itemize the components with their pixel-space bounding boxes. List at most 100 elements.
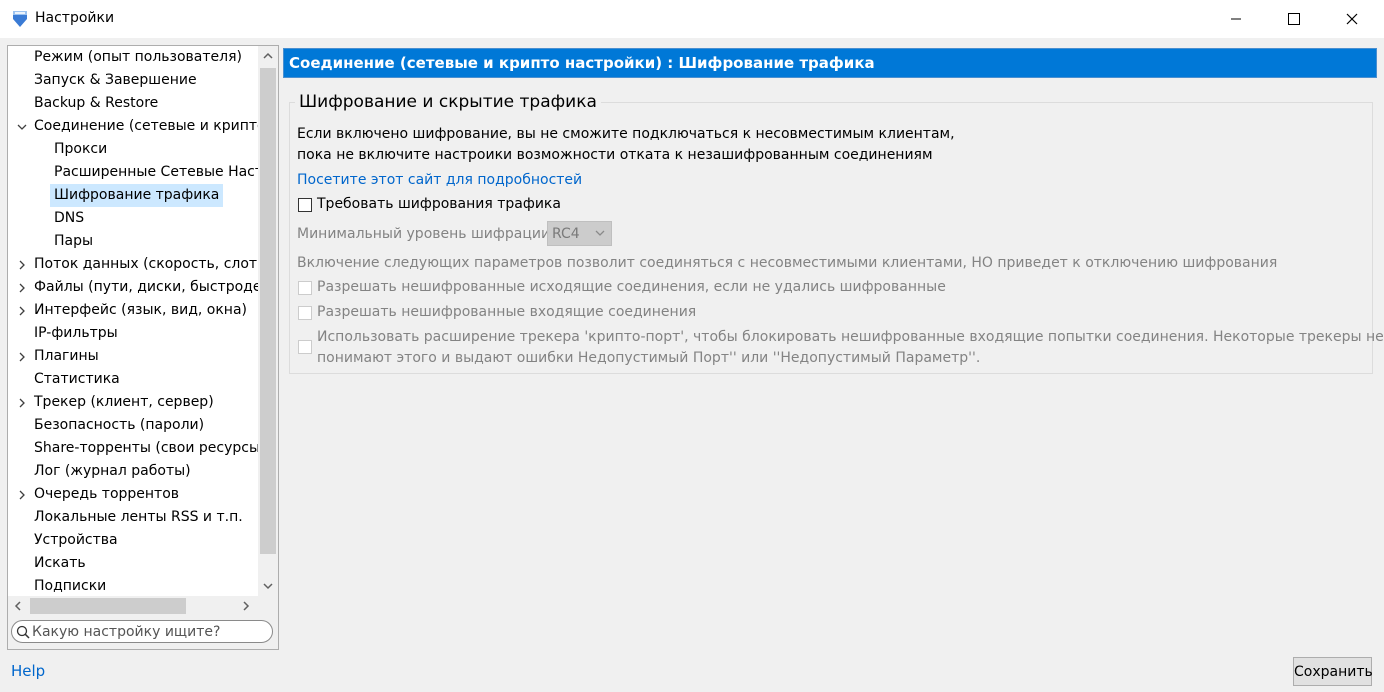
chevron-down-icon bbox=[595, 230, 605, 236]
tree-item-label: Прокси bbox=[54, 141, 108, 157]
settings-tree[interactable]: Режим (опыт пользователя) Запуск & Заверш… bbox=[8, 46, 258, 596]
tree-collapsed-icon[interactable] bbox=[16, 276, 28, 299]
tree-item[interactable]: Share-торренты (свои ресурсы) bbox=[30, 437, 258, 460]
tree-item-label: Пары bbox=[54, 233, 94, 249]
details-link[interactable]: Посетите этот сайт для подробностей bbox=[297, 172, 582, 188]
chevron-right-icon bbox=[19, 283, 25, 292]
section-header: Соединение (сетевые и крипто настройки) … bbox=[283, 48, 1377, 78]
require-encryption-label[interactable]: Требовать шифрования трафика bbox=[317, 196, 561, 212]
tree-item-label: Поток данных (скорость, слоты) bbox=[34, 256, 258, 272]
scroll-right-button[interactable] bbox=[236, 596, 256, 616]
tree-item-label: Шифрование трафика bbox=[50, 184, 224, 207]
tree-item[interactable]: Поток данных (скорость, слоты) bbox=[19, 253, 258, 276]
tree-vertical-scrollbar[interactable] bbox=[258, 46, 278, 596]
tree-item[interactable]: Трекер (клиент, сервер) bbox=[19, 391, 218, 414]
chevron-right-icon bbox=[19, 490, 25, 499]
tree-item[interactable]: Безопасность (пароли) bbox=[30, 414, 208, 437]
tree-collapsed-icon[interactable] bbox=[16, 483, 28, 506]
description-line-1: Если включено шифрование, вы не сможите … bbox=[297, 126, 955, 142]
tree-item-label: Режим (опыт пользователя) bbox=[34, 49, 242, 65]
tree-item-label: Share-торренты (свои ресурсы) bbox=[34, 440, 258, 456]
allow-incoming-label[interactable]: Разрешать нешифрованные входящие соедине… bbox=[317, 304, 696, 320]
tree-collapsed-icon[interactable] bbox=[16, 345, 28, 368]
search-input[interactable] bbox=[32, 623, 267, 640]
tree-expanded-icon[interactable] bbox=[16, 115, 28, 138]
tree-item[interactable]: Лог (журнал работы) bbox=[30, 460, 195, 483]
help-link[interactable]: Help bbox=[11, 662, 45, 680]
chevron-down-icon bbox=[263, 583, 273, 590]
tree-item[interactable]: Backup & Restore bbox=[30, 92, 162, 115]
tree-item[interactable]: DNS bbox=[50, 207, 88, 230]
tree-item-label: Файлы (пути, диски, быстродейс bbox=[34, 279, 258, 295]
tree-item[interactable]: IP-фильтры bbox=[30, 322, 122, 345]
window-title: Настройки bbox=[35, 10, 115, 26]
tree-item[interactable]: Статистика bbox=[30, 368, 124, 391]
tree-item-label: Backup & Restore bbox=[34, 95, 159, 111]
maximize-button[interactable] bbox=[1265, 0, 1323, 38]
vertical-scroll-thumb[interactable] bbox=[260, 68, 276, 554]
tree-item[interactable]: Файлы (пути, диски, быстродейс bbox=[19, 276, 258, 299]
tree-item[interactable]: Соединение (сетевые и крипто н bbox=[17, 115, 258, 138]
tree-item[interactable]: Пары bbox=[50, 230, 97, 253]
maximize-icon bbox=[1288, 13, 1300, 25]
save-button[interactable]: Сохранить bbox=[1293, 657, 1373, 686]
chevron-right-icon bbox=[19, 398, 25, 407]
tree-collapsed-icon[interactable] bbox=[16, 391, 28, 414]
chevron-up-icon bbox=[263, 52, 273, 59]
close-button[interactable] bbox=[1323, 0, 1381, 38]
allow-incoming-checkbox[interactable] bbox=[298, 306, 312, 320]
group-title: Шифрование и скрытие трафика bbox=[295, 92, 601, 112]
fallback-note: Включение следующих параметров позволит … bbox=[297, 255, 1278, 271]
tree-item[interactable]: Шифрование трафика bbox=[50, 184, 224, 207]
allow-outgoing-label[interactable]: Разрешать нешифрованные исходящие соедин… bbox=[317, 279, 946, 295]
tree-collapsed-icon[interactable] bbox=[16, 253, 28, 276]
section-header-title: Соединение (сетевые и крипто настройки) … bbox=[289, 54, 875, 72]
tree-item[interactable]: Искать bbox=[30, 552, 90, 575]
tree-item[interactable]: Подписки bbox=[30, 575, 110, 596]
settings-tree-panel: Режим (опыт пользователя) Запуск & Заверш… bbox=[7, 45, 279, 650]
crypto-port-checkbox[interactable] bbox=[298, 340, 312, 354]
tree-item-label: DNS bbox=[54, 210, 85, 226]
tree-item-label: Трекер (клиент, сервер) bbox=[34, 394, 214, 410]
chevron-right-icon bbox=[19, 306, 25, 315]
require-encryption-checkbox[interactable] bbox=[298, 198, 312, 212]
tree-item-label: Лог (журнал работы) bbox=[34, 463, 191, 479]
tree-item[interactable]: Режим (опыт пользователя) bbox=[30, 46, 246, 69]
tree-item[interactable]: Запуск & Завершение bbox=[30, 69, 201, 92]
tree-item[interactable]: Плагины bbox=[19, 345, 103, 368]
tree-item[interactable]: Локальные ленты RSS и т.п. bbox=[30, 506, 247, 529]
chevron-left-icon bbox=[14, 601, 21, 611]
crypto-port-label-line-2[interactable]: понимают этого и выдают ошибки Недопусти… bbox=[317, 350, 980, 366]
scroll-down-button[interactable] bbox=[258, 576, 278, 596]
scroll-left-button[interactable] bbox=[8, 596, 28, 616]
horizontal-scroll-thumb[interactable] bbox=[30, 598, 186, 614]
tree-item[interactable]: Расширенные Сетевые Настр bbox=[50, 161, 258, 184]
chevron-down-icon bbox=[17, 124, 27, 130]
min-level-label: Минимальный уровень шифрации bbox=[297, 226, 551, 242]
tree-item[interactable]: Устройства bbox=[30, 529, 122, 552]
title-bar: Настройки bbox=[0, 0, 1384, 38]
search-icon bbox=[16, 625, 30, 639]
minimize-button[interactable] bbox=[1207, 0, 1265, 38]
scrollbar-corner bbox=[258, 596, 278, 616]
tree-horizontal-scrollbar[interactable] bbox=[8, 596, 258, 616]
tree-item-label: Статистика bbox=[34, 371, 120, 387]
tree-collapsed-icon[interactable] bbox=[16, 299, 28, 322]
tree-item-label: Очередь торрентов bbox=[34, 486, 180, 502]
tree-item-label: Локальные ленты RSS и т.п. bbox=[34, 509, 243, 525]
tree-item[interactable]: Очередь торрентов bbox=[19, 483, 183, 506]
close-icon bbox=[1346, 13, 1358, 25]
min-level-dropdown[interactable]: RC4 bbox=[547, 221, 612, 246]
tree-item-label: Устройства bbox=[34, 532, 118, 548]
chevron-right-icon bbox=[243, 601, 250, 611]
scroll-up-button[interactable] bbox=[258, 46, 278, 66]
app-logo-icon bbox=[13, 11, 27, 27]
crypto-port-label-line-1[interactable]: Использовать расширение трекера 'крипто-… bbox=[317, 329, 1384, 345]
allow-outgoing-checkbox[interactable] bbox=[298, 281, 312, 295]
min-level-value: RC4 bbox=[552, 226, 580, 242]
tree-item[interactable]: Прокси bbox=[50, 138, 111, 161]
minimize-icon bbox=[1231, 18, 1241, 20]
tree-item[interactable]: Интерфейс (язык, вид, окна) bbox=[19, 299, 251, 322]
tree-item-label: Соединение (сетевые и крипто н bbox=[34, 118, 258, 134]
settings-search-box[interactable] bbox=[11, 620, 273, 643]
